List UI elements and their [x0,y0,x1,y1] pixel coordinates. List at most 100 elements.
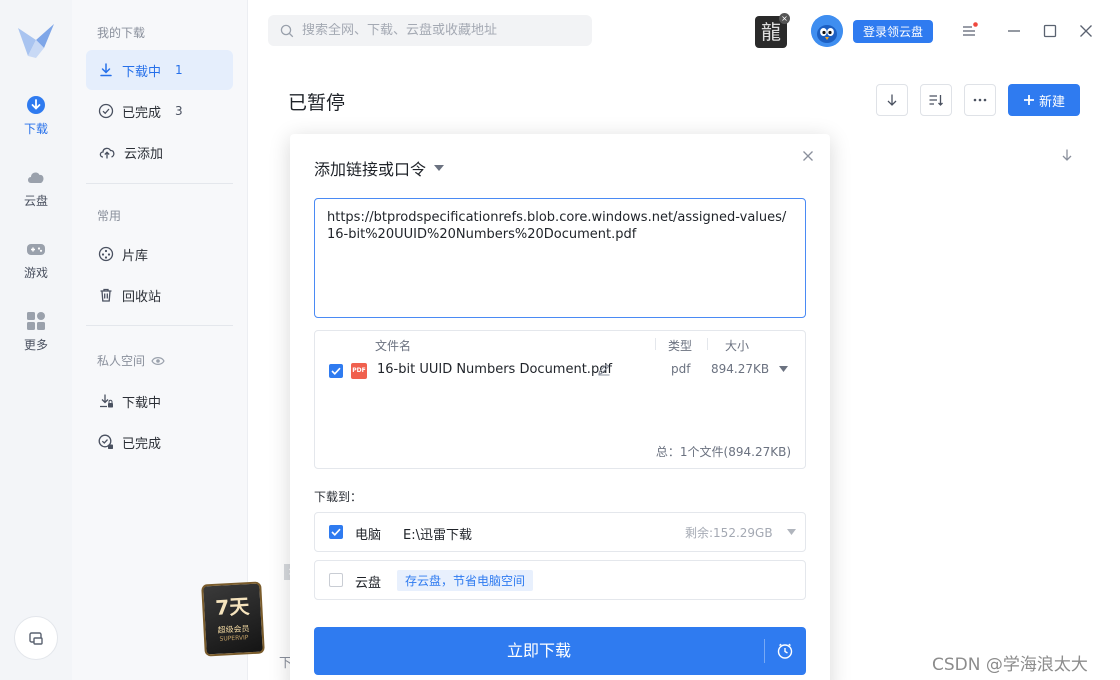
download-sidebar: 我的下载 下载中 1 已完成 3 云添加 常用 片库 回收站 私人空间 下载中 … [72,0,300,680]
button-separator [764,639,765,663]
download-now-button[interactable]: 立即下载 [314,627,806,675]
sidebar-item-downloading[interactable]: 下载中 1 [86,50,233,90]
more-options-button[interactable] [964,84,996,116]
sidebar-divider [86,183,233,184]
sidebar-item-cloud-add[interactable]: 云添加 [86,132,233,172]
plus-icon [1023,95,1034,105]
pdf-file-icon: PDF [351,363,367,379]
cloud-icon [28,172,44,183]
free-space: 剩余:152.29GB [685,526,773,540]
search-input[interactable] [302,23,572,38]
checkmark-icon [331,367,341,375]
sidebar-item-label: 已完成 [122,105,162,121]
destination-pc-row[interactable]: 电脑 E:\迅雷下载 剩余:152.29GB [314,512,806,552]
more-dots-icon [973,98,987,102]
sidebar-item-label: 回收站 [122,289,162,305]
game-avatar-close-icon[interactable]: × [779,13,790,24]
download-arrow-icon [100,63,112,77]
watermark: CSDN @学海浪太大 [932,655,1088,675]
download-circle-icon [27,96,45,114]
link-input[interactable]: https://btprodspecificationrefs.blob.cor… [314,198,806,318]
sidebar-item-completed[interactable]: 已完成 3 [86,91,233,131]
trash-icon [100,288,112,302]
dialog-title-dropdown[interactable]: 添加链接或口令 [314,156,445,180]
sidebar-item-private-downloading[interactable]: 下载中 [86,381,233,421]
file-caret-down-icon[interactable] [779,366,788,372]
cloud-upload-icon [99,147,115,159]
gamepad-icon [27,244,45,255]
close-icon[interactable] [1077,22,1095,40]
caret-down-icon [434,165,445,171]
check-circle-icon [98,103,114,119]
sidebar-divider [86,325,233,326]
file-list-panel: 文件名 类型 大小 PDF 16-bit UUID Numbers Docume… [314,330,806,469]
login-button[interactable]: 登录领云盘 [853,20,933,43]
rail-item-cloud[interactable]: 云盘 [0,166,72,222]
sidebar-item-label: 云添加 [124,146,164,162]
private-check-icon [98,434,113,449]
column-header-size: 大小 [725,339,750,353]
edit-icon[interactable] [597,362,611,376]
destination-cloud-label: 云盘 [355,576,382,591]
destination-cloud-row[interactable]: 云盘 存云盘，节省电脑空间 [314,560,806,600]
file-size: 894.27KB [711,362,770,376]
promo-days: 7天 [214,594,250,620]
cloud-tip-tag: 存云盘，节省电脑空间 [397,570,534,591]
sidebar-item-label: 已完成 [122,436,162,452]
sort-button[interactable] [920,84,952,116]
left-rail: 下载 云盘 游戏 更多 [0,0,72,680]
user-avatar[interactable] [811,15,843,47]
rail-item-more[interactable]: 更多 [0,310,72,366]
rail-label: 下载 [23,122,48,136]
destination-path: E:\迅雷下载 [403,528,472,543]
file-total: 总：1个文件(894.27KB) [655,445,791,459]
file-checkbox[interactable] [329,364,343,378]
private-space-title: 私人空间 [97,354,146,368]
maximize-icon[interactable] [1041,22,1059,40]
minimize-icon[interactable] [1005,22,1023,40]
new-task-button[interactable]: 新建 [1008,84,1080,116]
rail-label: 云盘 [23,194,48,208]
promo-subtitle: SUPERVIP [219,634,249,643]
bird-avatar-icon [811,15,843,47]
column-header-type: 类型 [668,339,693,353]
sidebar-item-count: 3 [175,104,183,118]
sidebar-item-label: 片库 [122,248,149,264]
column-header-name: 文件名 [375,339,412,353]
menu-icon[interactable] [960,22,978,40]
rail-item-games[interactable]: 游戏 [0,238,72,294]
cloud-checkbox[interactable] [329,573,343,587]
supervip-promo-card[interactable]: 7天 超级会员 SUPERVIP [201,581,265,657]
mini-mode-button[interactable] [14,616,58,660]
rail-label: 游戏 [23,266,48,280]
eye-icon[interactable] [151,356,165,366]
search-icon [280,24,294,37]
private-download-icon [100,394,113,408]
sidebar-item-recycle-bin[interactable]: 回收站 [86,275,233,315]
start-all-button[interactable] [876,84,908,116]
sidebar-item-library[interactable]: 片库 [86,234,233,274]
column-separator [655,338,656,350]
schedule-clock-icon[interactable] [776,642,794,660]
destination-pc-label: 电脑 [355,528,382,543]
sidebar-item-private-completed[interactable]: 已完成 [86,422,233,462]
sort-icon [929,95,943,106]
rail-label: 更多 [23,338,48,352]
file-type: pdf [671,362,691,376]
path-caret-down-icon[interactable] [787,529,796,535]
item-download-icon[interactable] [1060,148,1074,162]
add-link-dialog: 添加链接或口令 https://btprodspecificationrefs.… [290,134,830,680]
arrow-down-icon [887,94,897,106]
checkmark-icon [331,528,341,536]
thunder-bird-logo [18,24,54,58]
dialog-close-icon[interactable] [800,148,816,164]
pc-checkbox[interactable] [329,525,343,539]
dialog-title: 添加链接或口令 [314,160,427,179]
section-title-my-downloads: 我的下载 [97,26,146,40]
new-task-label: 新建 [1038,94,1065,110]
column-separator [707,338,708,350]
apps-grid-icon [27,312,45,330]
file-name: 16-bit UUID Numbers Document.pdf [377,362,613,377]
rail-item-download[interactable]: 下载 [0,94,72,150]
global-search[interactable] [268,15,592,46]
